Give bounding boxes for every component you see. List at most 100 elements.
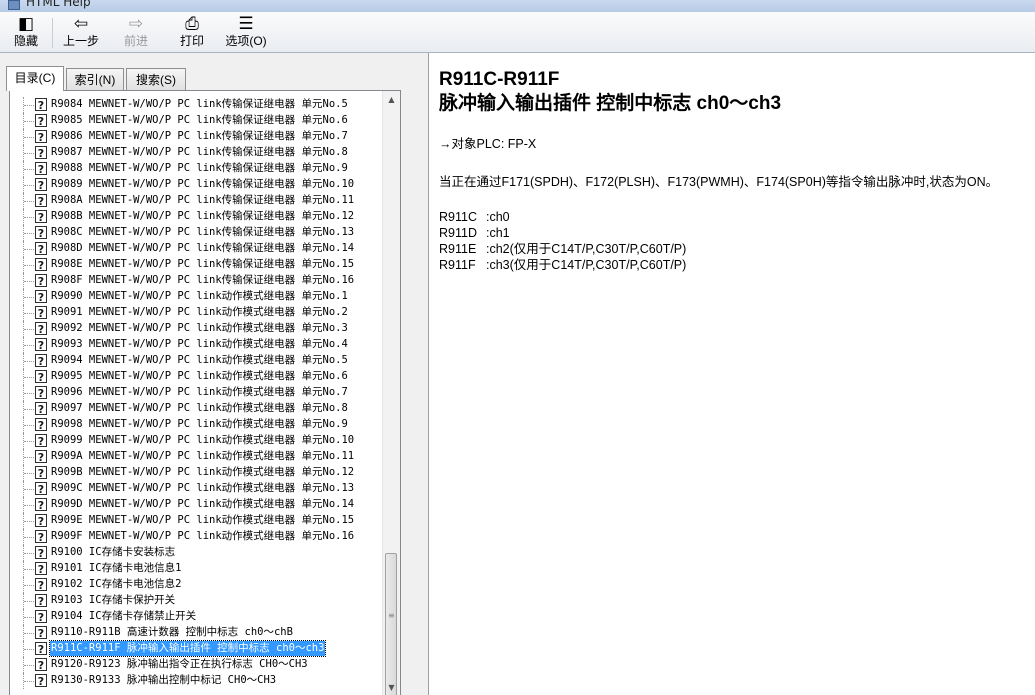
- tree-connector: [24, 201, 34, 203]
- tree-item[interactable]: ? R9104 IC存储卡存储禁止开关: [10, 609, 382, 625]
- tab-search-label: 搜索(S): [136, 73, 176, 87]
- tree-item[interactable]: ? R9103 IC存储卡保护开关: [10, 593, 382, 609]
- options-button[interactable]: ☰ 选项(O): [220, 14, 272, 50]
- contents-tree[interactable]: ? R9084 MEWNET-W/WO/P PC link传输保证继电器 单元No…: [9, 90, 401, 695]
- help-topic-icon: ?: [35, 482, 47, 496]
- tree-item-label: R9097 MEWNET-W/WO/P PC link动作模式继电器 单元No.…: [51, 402, 348, 414]
- tree-item[interactable]: ? R9087 MEWNET-W/WO/P PC link传输保证继电器 单元No…: [10, 145, 382, 161]
- tree-item[interactable]: ? R9110-R911B 高速计数器 控制中标志 ch0～chB: [10, 625, 382, 641]
- tree-item-label: R9130-R9133 脉冲输出控制中标记 CH0～CH3: [51, 674, 277, 686]
- tree-connector: [24, 681, 34, 683]
- tree-connector: [24, 553, 34, 555]
- hide-button[interactable]: ◧ 隐藏: [6, 14, 46, 50]
- tree-item[interactable]: ? R909D MEWNET-W/WO/P PC link动作模式继电器 单元No…: [10, 497, 382, 513]
- tree-item-selected[interactable]: ? R911C-R911F 脉冲输入输出插件 控制中标志 ch0～ch3: [10, 640, 382, 657]
- tree-item[interactable]: ? R9085 MEWNET-W/WO/P PC link传输保证继电器 单元No…: [10, 113, 382, 129]
- forward-button[interactable]: ⇨ 前进: [116, 14, 156, 50]
- help-topic-icon: ?: [35, 130, 47, 144]
- tree-connector: [24, 473, 34, 475]
- tree-item[interactable]: ? R909C MEWNET-W/WO/P PC link动作模式继电器 单元No…: [10, 481, 382, 497]
- tree-item[interactable]: ? R909A MEWNET-W/WO/P PC link动作模式继电器 单元No…: [10, 449, 382, 465]
- tree-item[interactable]: ? R9099 MEWNET-W/WO/P PC link动作模式继电器 单元No…: [10, 433, 382, 449]
- help-topic-icon: ?: [35, 178, 47, 192]
- pane-splitter[interactable]: [420, 53, 428, 695]
- register-name: R911F: [439, 258, 476, 272]
- printer-icon: ⎙: [185, 14, 199, 34]
- tree-item-label: R9084 MEWNET-W/WO/P PC link传输保证继电器 单元No.…: [51, 98, 348, 110]
- help-topic-icon: ?: [35, 578, 47, 592]
- tree-item-label: R9087 MEWNET-W/WO/P PC link传输保证继电器 单元No.…: [51, 146, 348, 158]
- back-label: 上一步: [62, 34, 99, 48]
- tree-item[interactable]: ? R9100 IC存储卡安装标志: [10, 545, 382, 561]
- tree-item-label: R908C MEWNET-W/WO/P PC link传输保证继电器 单元No.…: [51, 226, 355, 238]
- help-topic-icon: ?: [35, 466, 47, 480]
- tree-item[interactable]: ? R9098 MEWNET-W/WO/P PC link动作模式继电器 单元No…: [10, 417, 382, 433]
- tree-scrollbar[interactable]: ▲ ≡ ▼: [382, 91, 400, 695]
- tree-item[interactable]: ? R908A MEWNET-W/WO/P PC link传输保证继电器 单元No…: [10, 193, 382, 209]
- tree-item[interactable]: ? R9093 MEWNET-W/WO/P PC link动作模式继电器 单元No…: [10, 337, 382, 353]
- topic-title-line2: 脉冲输入输出插件 控制中标志 ch0～ch3: [439, 93, 782, 114]
- help-topic-icon: ?: [35, 418, 47, 432]
- tree-item[interactable]: ? R9086 MEWNET-W/WO/P PC link传输保证继电器 单元No…: [10, 129, 382, 145]
- tree-connector: [24, 441, 34, 443]
- tree-connector: [24, 377, 34, 379]
- tree-connector: [24, 489, 34, 491]
- scroll-up-arrow-icon[interactable]: ▲: [383, 91, 400, 108]
- register-list: R911C:ch0 R911D:ch1 R911E:ch2(仅用于C14T/P,C3…: [439, 209, 686, 273]
- tree-item[interactable]: ? R9089 MEWNET-W/WO/P PC link传输保证继电器 单元No…: [10, 177, 382, 193]
- help-topic-icon: ?: [35, 242, 47, 256]
- tree-item[interactable]: ? R908B MEWNET-W/WO/P PC link传输保证继电器 单元No…: [10, 209, 382, 225]
- tree-item[interactable]: ? R909E MEWNET-W/WO/P PC link动作模式继电器 单元No…: [10, 513, 382, 529]
- tree-item[interactable]: ? R9101 IC存储卡电池信息1: [10, 561, 382, 577]
- tree-item-label: R909C MEWNET-W/WO/P PC link动作模式继电器 单元No.…: [51, 482, 355, 494]
- tree-connector: [24, 217, 34, 219]
- tree-item[interactable]: ? R908C MEWNET-W/WO/P PC link传输保证继电器 单元No…: [10, 225, 382, 241]
- tree-connector: [24, 281, 34, 283]
- tree-connector: [24, 137, 34, 139]
- tab-contents[interactable]: 目录(C): [6, 66, 64, 91]
- options-icon: ☰: [238, 14, 254, 34]
- tree-item-label: R9104 IC存储卡存储禁止开关: [51, 610, 197, 622]
- tree-item[interactable]: ? R9096 MEWNET-W/WO/P PC link动作模式继电器 单元No…: [10, 385, 382, 401]
- tree-item-label: R909A MEWNET-W/WO/P PC link动作模式继电器 单元No.…: [51, 450, 355, 462]
- tree-item[interactable]: ? R9095 MEWNET-W/WO/P PC link动作模式继电器 单元No…: [10, 369, 382, 385]
- tree-item[interactable]: ? R909F MEWNET-W/WO/P PC link动作模式继电器 单元No…: [10, 529, 382, 545]
- tree-item[interactable]: ? R908F MEWNET-W/WO/P PC link传输保证继电器 单元No…: [10, 273, 382, 289]
- title-bar: HTML Help: [0, 0, 1035, 12]
- tree-item[interactable]: ? R9084 MEWNET-W/WO/P PC link传输保证继电器 单元No…: [10, 97, 382, 113]
- tree-item[interactable]: ? R908D MEWNET-W/WO/P PC link传输保证继电器 单元No…: [10, 241, 382, 257]
- tree-item[interactable]: ? R9092 MEWNET-W/WO/P PC link动作模式继电器 单元No…: [10, 321, 382, 337]
- tree-item[interactable]: ? R908E MEWNET-W/WO/P PC link传输保证继电器 单元No…: [10, 257, 382, 273]
- register-name: R911E: [439, 242, 477, 256]
- tree-connector: [24, 265, 34, 267]
- toolbar-divider: [52, 18, 53, 48]
- tree-item-label: R9091 MEWNET-W/WO/P PC link动作模式继电器 单元No.…: [51, 306, 348, 318]
- tree-item[interactable]: ? R9120-R9123 脉冲输出指令正在执行标志 CH0～CH3: [10, 657, 382, 673]
- tree-connector: [24, 297, 34, 299]
- tree-item[interactable]: ? R9090 MEWNET-W/WO/P PC link动作模式继电器 单元No…: [10, 289, 382, 305]
- help-topic-icon: ?: [35, 514, 47, 528]
- tree-item[interactable]: ? R9102 IC存储卡电池信息2: [10, 577, 382, 593]
- tree-item[interactable]: ? R9130-R9133 脉冲输出控制中标记 CH0～CH3: [10, 673, 382, 689]
- tree-item[interactable]: ? R909B MEWNET-W/WO/P PC link动作模式继电器 单元No…: [10, 465, 382, 481]
- register-value: :ch0: [486, 210, 510, 224]
- window-title: HTML Help: [26, 0, 91, 9]
- tree-item-label: R9093 MEWNET-W/WO/P PC link动作模式继电器 单元No.…: [51, 338, 348, 350]
- tree-item-label: R909D MEWNET-W/WO/P PC link动作模式继电器 单元No.…: [51, 498, 355, 510]
- help-topic-icon: ?: [35, 642, 47, 656]
- help-topic-icon: ?: [35, 274, 47, 288]
- help-topic-icon: ?: [35, 658, 47, 672]
- tree-item[interactable]: ? R9088 MEWNET-W/WO/P PC link传输保证继电器 单元No…: [10, 161, 382, 177]
- tree-item[interactable]: ? R9091 MEWNET-W/WO/P PC link动作模式继电器 单元No…: [10, 305, 382, 321]
- print-button[interactable]: ⎙ 打印: [172, 14, 212, 50]
- tree-item[interactable]: ? R9094 MEWNET-W/WO/P PC link动作模式继电器 单元No…: [10, 353, 382, 369]
- back-button[interactable]: ⇦ 上一步: [58, 14, 104, 50]
- help-topic-icon: ?: [35, 562, 47, 576]
- tab-search[interactable]: 搜索(S): [126, 68, 186, 90]
- tree-item[interactable]: ? R9097 MEWNET-W/WO/P PC link动作模式继电器 单元No…: [10, 401, 382, 417]
- tree-connector: [24, 409, 34, 411]
- help-topic-icon: ?: [35, 386, 47, 400]
- scroll-down-arrow-icon[interactable]: ▼: [383, 679, 400, 695]
- scrollbar-thumb[interactable]: ≡: [385, 553, 397, 695]
- tab-index[interactable]: 索引(N): [66, 68, 124, 90]
